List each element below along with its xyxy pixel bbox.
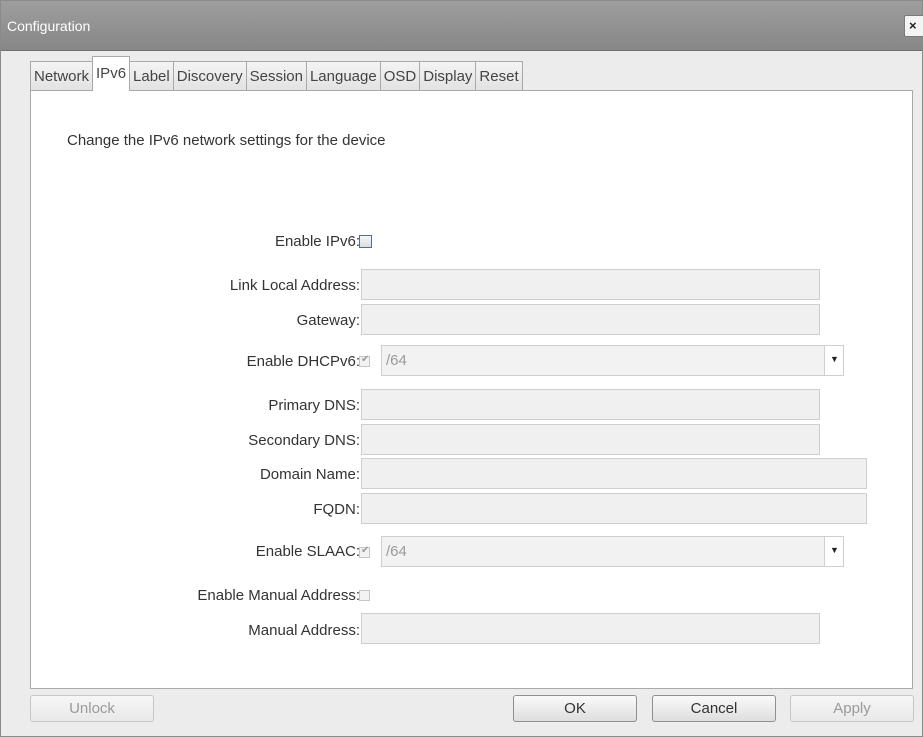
tab-network[interactable]: Network: [30, 61, 94, 91]
tab-osd[interactable]: OSD: [379, 61, 421, 91]
tab-ipv6[interactable]: IPv6: [92, 56, 131, 91]
enable-slaac-label: Enable SLAAC:: [255, 543, 360, 560]
close-icon: ×: [909, 18, 917, 33]
configuration-dialog: Configuration × Network IPv6 Label Disco…: [0, 0, 923, 737]
tab-session[interactable]: Session: [245, 61, 307, 91]
primary-dns-label: Primary DNS:: [268, 397, 360, 414]
dhcpv6-prefix-value: /64: [386, 352, 407, 369]
ipv6-panel: Change the IPv6 network settings for the…: [30, 90, 913, 689]
apply-button[interactable]: Apply: [790, 695, 914, 722]
enable-slaac-checkbox[interactable]: ✔: [359, 545, 370, 558]
tab-bar: Network IPv6 Label Discovery Session Lan…: [30, 56, 523, 91]
slaac-dropdown-button[interactable]: ▼: [824, 537, 843, 566]
dhcpv6-prefix-select[interactable]: /64 ▼: [381, 345, 844, 376]
enable-dhcpv6-label: Enable DHCPv6:: [246, 353, 360, 370]
enable-manual-address-label: Enable Manual Address:: [197, 587, 360, 604]
checkmark-icon: ✔: [361, 354, 370, 365]
close-button[interactable]: ×: [904, 15, 923, 37]
tab-discovery[interactable]: Discovery: [172, 61, 247, 91]
domain-name-label: Domain Name:: [259, 466, 360, 483]
link-local-address-field[interactable]: [361, 269, 820, 300]
chevron-down-icon: ▼: [830, 545, 839, 555]
domain-name-field[interactable]: [361, 458, 867, 489]
tab-language[interactable]: Language: [305, 61, 381, 91]
link-local-address-label: Link Local Address:: [229, 277, 360, 294]
unlock-button[interactable]: Unlock: [30, 695, 154, 722]
slaac-prefix-value: /64: [386, 543, 407, 560]
gateway-label: Gateway:: [296, 312, 360, 329]
manual-address-label: Manual Address:: [248, 622, 360, 639]
window-title: Configuration: [7, 18, 91, 34]
enable-dhcpv6-checkbox[interactable]: ✔: [359, 354, 370, 367]
dhcpv6-dropdown-button[interactable]: ▼: [824, 346, 843, 375]
enable-manual-address-checkbox[interactable]: [359, 590, 370, 601]
title-bar: Configuration ×: [1, 1, 923, 51]
enable-ipv6-label: Enable IPv6:: [274, 233, 360, 250]
tab-display[interactable]: Display: [419, 61, 477, 91]
panel-description: Change the IPv6 network settings for the…: [67, 132, 386, 149]
enable-ipv6-checkbox[interactable]: [359, 235, 372, 248]
fqdn-label: FQDN:: [313, 501, 360, 518]
cancel-button[interactable]: Cancel: [652, 695, 776, 722]
checkmark-icon: ✔: [361, 545, 370, 556]
secondary-dns-field[interactable]: [361, 424, 820, 455]
fqdn-field[interactable]: [361, 493, 867, 524]
gateway-field[interactable]: [361, 304, 820, 335]
manual-address-field[interactable]: [361, 613, 820, 644]
primary-dns-field[interactable]: [361, 389, 820, 420]
tab-reset[interactable]: Reset: [475, 61, 523, 91]
chevron-down-icon: ▼: [830, 354, 839, 364]
ok-button[interactable]: OK: [513, 695, 637, 722]
tab-label[interactable]: Label: [129, 61, 174, 91]
slaac-prefix-select[interactable]: /64 ▼: [381, 536, 844, 567]
secondary-dns-label: Secondary DNS:: [248, 432, 360, 449]
